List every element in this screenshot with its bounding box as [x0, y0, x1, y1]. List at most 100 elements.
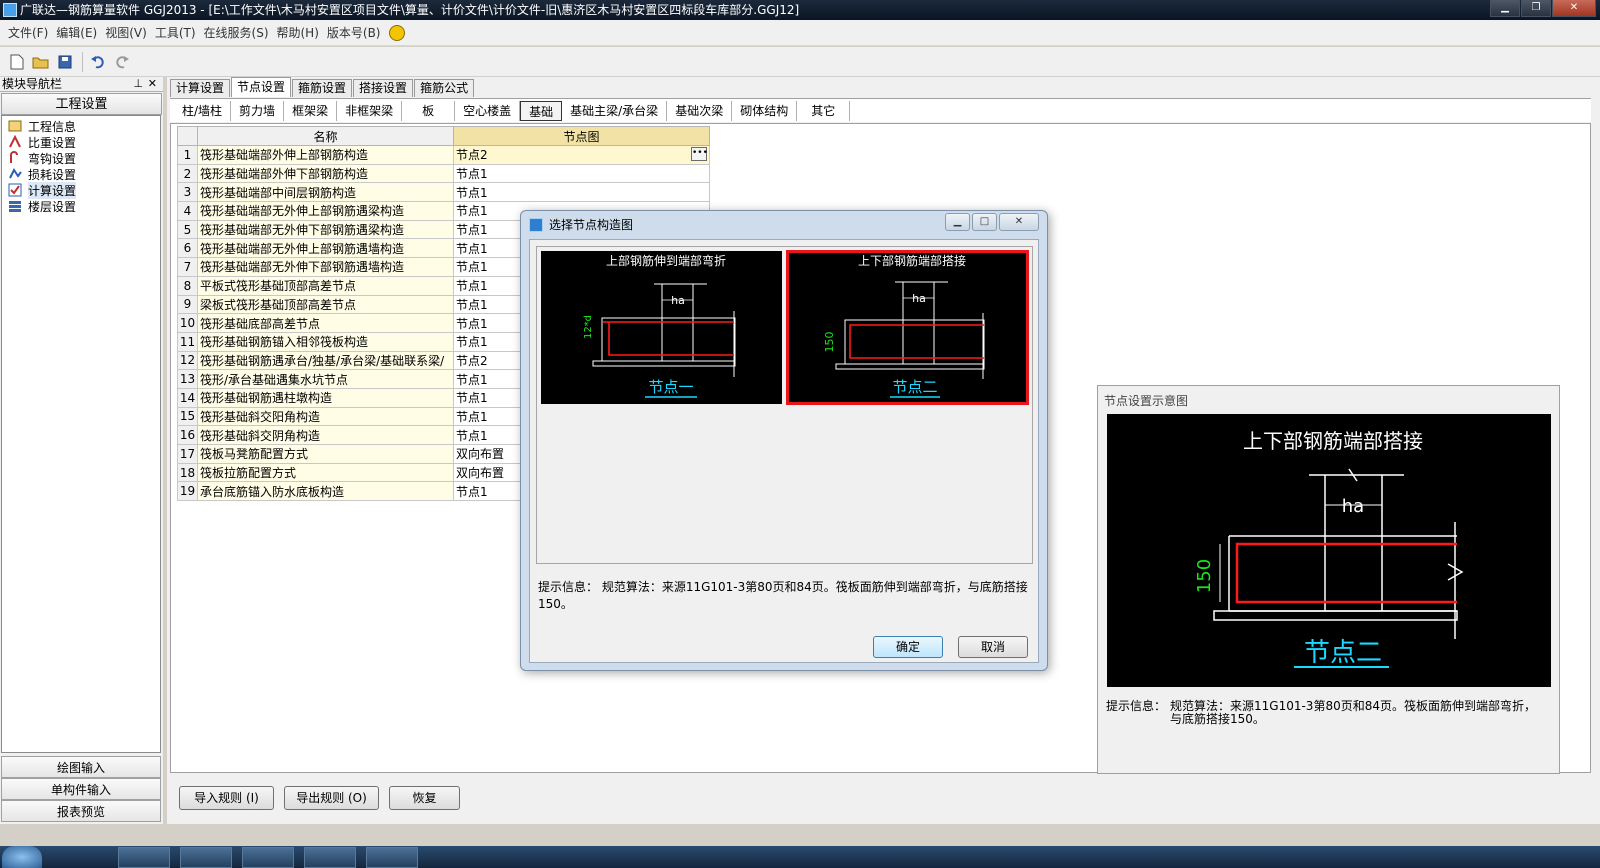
node-thumbnail-1[interactable]: 上部钢筋伸到端部弯折 ha 12*d 节点一 [541, 251, 782, 404]
subtab-non-frame-beam[interactable]: 非框架梁 [337, 100, 403, 121]
start-button[interactable] [2, 846, 42, 868]
tree-item-density[interactable]: 比重设置 [2, 134, 160, 150]
row-name-cell: 筏形基础端部无外伸上部钢筋遇梁构造 [197, 201, 454, 221]
row-node-value: 节点1 [456, 185, 488, 200]
ellipsis-button[interactable]: ••• [691, 147, 708, 161]
row-number: 11 [177, 331, 198, 352]
row-node-cell[interactable]: 节点1 [453, 182, 710, 203]
row-number: 3 [177, 182, 198, 203]
row-node-value: 节点1 [456, 335, 488, 350]
tab-node-settings[interactable]: 节点设置 [231, 77, 292, 97]
save-icon[interactable] [54, 51, 76, 73]
table-row[interactable]: 2 筏形基础端部外伸下部钢筋构造 节点1 [177, 163, 710, 184]
thumb1-ha: ha [671, 294, 685, 307]
floor-icon [8, 199, 22, 213]
row-name-cell: 承台底筋锚入防水底板构造 [197, 481, 454, 502]
menu-view[interactable]: 视图(V) [105, 24, 147, 41]
row-number: 7 [177, 257, 198, 277]
node-thumbnail-2[interactable]: 上下部钢筋端部搭接 ha 150 节点二 [786, 250, 1029, 405]
taskbar-app-5[interactable] [366, 847, 418, 868]
row-name-cell: 筏形基础钢筋遇柱墩构造 [197, 387, 454, 408]
minimize-button[interactable]: ▁ [1490, 0, 1520, 17]
dialog-minimize-button[interactable]: ▁ [945, 213, 970, 231]
row-node-value: 节点2 [456, 148, 488, 163]
nav-report-preview[interactable]: 报表预览 [1, 800, 161, 822]
restore-rules-button[interactable]: 恢复 [389, 786, 460, 810]
window-title: 广联达—钢筋算量软件 GGJ2013 - [E:\工作文件\木马村安置区项目文件… [20, 3, 800, 17]
nav-single-component-input[interactable]: 单构件输入 [1, 778, 161, 800]
subtab-other[interactable]: 其它 [797, 100, 851, 121]
taskbar [0, 846, 1600, 868]
row-node-cell[interactable]: 节点1 [453, 163, 710, 184]
row-number: 2 [177, 163, 198, 184]
table-row[interactable]: 3 筏形基础端部中间层钢筋构造 节点1 [177, 182, 710, 203]
thumb2-ha: ha [912, 292, 926, 305]
subtab-column[interactable]: 柱/墙柱 [174, 100, 232, 121]
rule-buttons: 导入规则 (I) 导出规则 (O) 恢复 [179, 786, 470, 810]
tab-stirrup-settings[interactable]: 箍筋设置 [292, 79, 353, 97]
menu-version[interactable]: 版本号(B) [327, 24, 381, 41]
menu-tools[interactable]: 工具(T) [155, 24, 196, 41]
menu-file[interactable]: 文件(F) [8, 24, 48, 41]
table-row[interactable]: 1 筏形基础端部外伸上部钢筋构造 节点2 ••• [177, 145, 710, 165]
pin-icon[interactable]: ⊥ [133, 77, 143, 91]
redo-icon[interactable] [111, 51, 133, 73]
tree-item-project-info[interactable]: 工程信息 [2, 118, 160, 134]
row-number: 10 [177, 313, 198, 333]
dialog-body: 上部钢筋伸到端部弯折 ha 12*d 节点一 上下部钢筋端部搭接 ha 150 … [529, 239, 1039, 663]
row-node-value: 节点1 [456, 484, 488, 499]
subtab-foundation[interactable]: 基础 [520, 100, 563, 121]
close-button[interactable]: ✕ [1552, 0, 1596, 17]
taskbar-app-4[interactable] [304, 847, 356, 868]
subtab-hollow-floor[interactable]: 空心楼盖 [455, 100, 521, 121]
open-folder-icon[interactable] [30, 51, 52, 73]
tab-calc-settings[interactable]: 计算设置 [170, 79, 231, 97]
undo-icon[interactable] [87, 51, 109, 73]
project-info-icon [8, 119, 22, 133]
menu-online-service[interactable]: 在线服务(S) [204, 24, 269, 41]
row-number: 13 [177, 369, 198, 389]
select-node-dialog: 选择节点构造图 ▁ □ ✕ 上部钢筋伸到端部弯折 ha 12*d 节点一 上下部… [520, 210, 1048, 671]
tree-item-floor[interactable]: 楼层设置 [2, 198, 160, 214]
ok-button[interactable]: 确定 [873, 636, 943, 658]
menu-edit[interactable]: 编辑(E) [56, 24, 97, 41]
taskbar-app-3[interactable] [242, 847, 294, 868]
helper-icon[interactable] [388, 24, 405, 41]
export-rules-button[interactable]: 导出规则 (O) [284, 786, 379, 810]
row-node-value: 节点1 [456, 204, 488, 219]
tab-stirrup-formula[interactable]: 箍筋公式 [414, 79, 475, 97]
new-file-icon[interactable] [6, 51, 28, 73]
subtab-masonry[interactable]: 砌体结构 [732, 100, 798, 121]
subtab-slab[interactable]: 板 [402, 100, 456, 121]
tree-item-hook[interactable]: 弯钩设置 [2, 150, 160, 166]
row-number: 18 [177, 462, 198, 483]
module-nav-panel: 模块导航栏 ⊥ ✕ 工程设置 工程信息 比重设置 弯钩设置 损耗设置 计算设置 … [0, 77, 163, 824]
row-number: 5 [177, 219, 198, 240]
cancel-button[interactable]: 取消 [958, 636, 1028, 658]
restore-button[interactable]: ❐ [1521, 0, 1551, 17]
preview-node-label: 节点二 [1304, 638, 1382, 668]
taskbar-app-2[interactable] [180, 847, 232, 868]
nav-section-project-settings[interactable]: 工程设置 [1, 93, 162, 115]
settings-tabs: 计算设置 节点设置 箍筋设置 搭接设置 箍筋公式 [170, 77, 475, 97]
tree-item-calc[interactable]: 计算设置 [2, 181, 160, 199]
taskbar-app-1[interactable] [118, 847, 170, 868]
subtab-frame-beam[interactable]: 框架梁 [284, 100, 338, 121]
tree-item-label: 比重设置 [28, 135, 77, 150]
row-name-cell: 筏形基础斜交阴角构造 [197, 425, 454, 445]
menu-help[interactable]: 帮助(H) [277, 24, 319, 41]
row-node-cell[interactable]: 节点2 ••• [453, 145, 710, 165]
subtab-foundation-secondary-beam[interactable]: 基础次梁 [667, 100, 733, 121]
tab-lap-settings[interactable]: 搭接设置 [353, 79, 414, 97]
nav-drawing-input[interactable]: 绘图输入 [1, 756, 161, 778]
dialog-maximize-button[interactable]: □ [972, 213, 997, 231]
nav-close-icon[interactable]: ✕ [148, 77, 157, 91]
row-name-cell: 筏形基础端部无外伸下部钢筋遇梁构造 [197, 219, 454, 240]
import-rules-button[interactable]: 导入规则 (I) [179, 786, 274, 810]
subtab-shear-wall[interactable]: 剪力墙 [231, 100, 285, 121]
row-number: 9 [177, 294, 198, 315]
subtab-foundation-main-beam[interactable]: 基础主梁/承台梁 [562, 100, 668, 121]
node-preview-panel: 节点设置示意图 上下部钢筋端部搭接 ha 150 节点二 提示信息： 规范算法：… [1097, 385, 1560, 774]
dialog-close-button[interactable]: ✕ [999, 213, 1039, 231]
tree-item-loss[interactable]: 损耗设置 [2, 166, 160, 182]
